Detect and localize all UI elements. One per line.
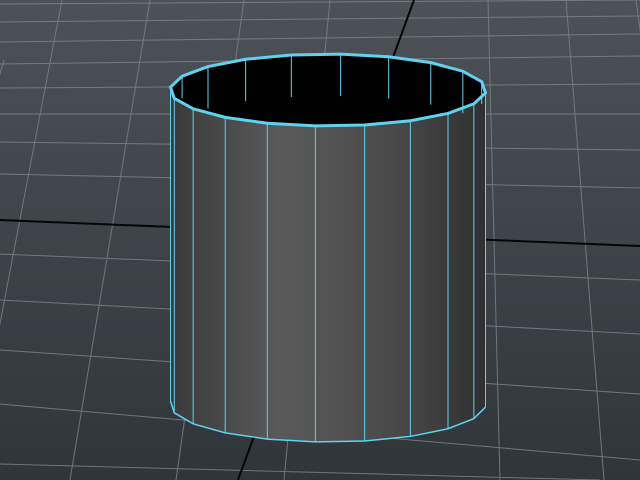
selected-cylinder[interactable] [168, 52, 488, 443]
cylinder-body [170, 87, 486, 442]
perspective-viewport[interactable] [0, 0, 640, 480]
viewport-canvas[interactable] [0, 0, 640, 480]
